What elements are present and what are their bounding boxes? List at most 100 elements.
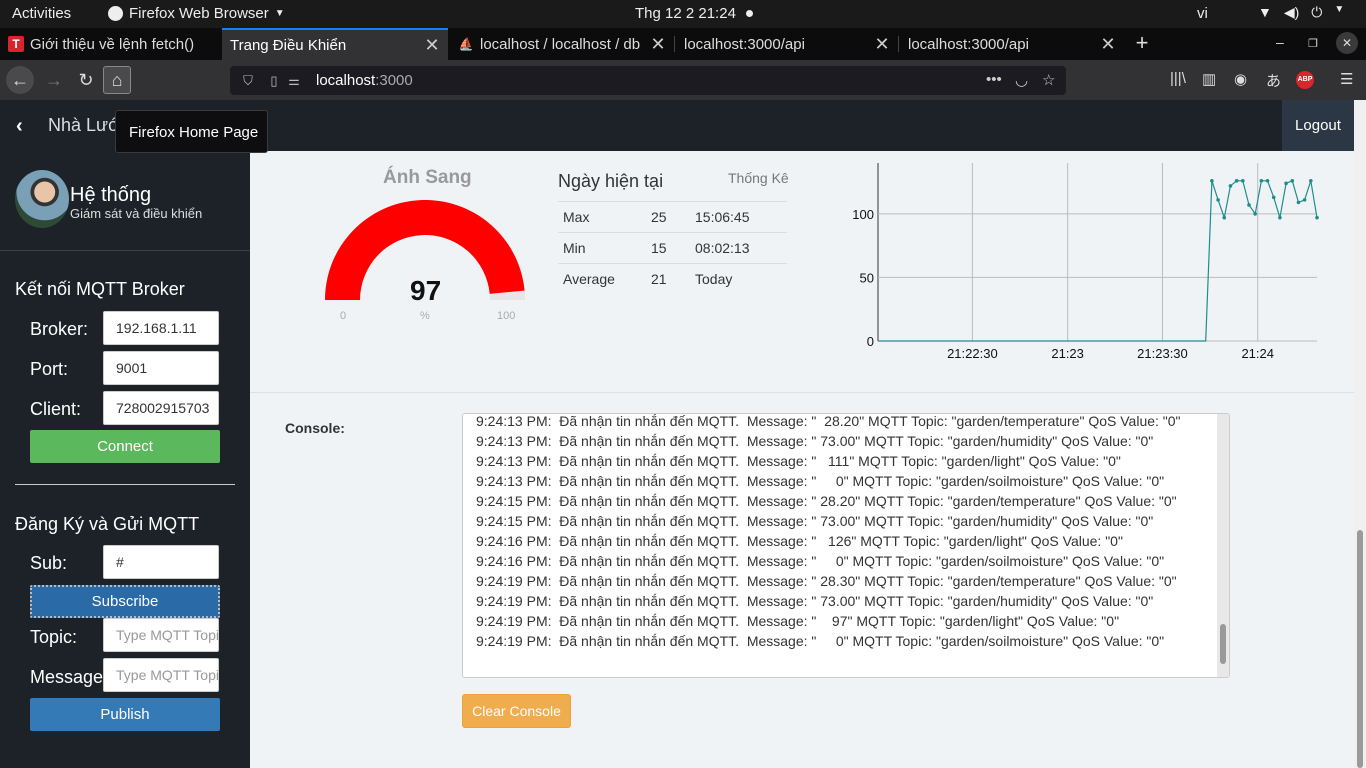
stat-time: Today [690,263,787,295]
close-tab-icon[interactable]: ✕ [1100,34,1116,55]
back-icon[interactable]: ← [6,66,34,94]
table-row: Min 15 08:02:13 [558,232,787,264]
close-tab-icon[interactable]: ✕ [874,34,890,55]
tab-phpmyadmin[interactable]: ⛵ localhost / localhost / db ✕ [450,28,674,60]
table-row: Average 21 Today [558,263,787,295]
tab-strip: T Giới thiệu về lệnh fetch() Trang Điều … [0,28,1366,60]
close-window-icon[interactable]: ✕ [1336,32,1358,54]
x-tick-label: 21:23 [1051,346,1084,361]
page-scrollbar[interactable] [1354,100,1366,768]
shield-icon[interactable]: ⛉ [240,73,256,89]
subscribe-button[interactable]: Subscribe [30,585,220,618]
more-actions-icon[interactable]: ••• [986,71,1002,88]
stat-time: 15:06:45 [690,201,787,233]
data-point [1253,212,1257,216]
broker-label: Broker: [30,319,89,339]
subscribe-heading: Đăng Ký và Gửi MQTT [15,514,200,534]
forward-icon[interactable]: → [40,66,68,94]
tab-fetch-intro[interactable]: T Giới thiệu về lệnh fetch() [0,28,222,60]
close-tab-icon[interactable]: ✕ [424,35,440,56]
data-point [1309,179,1313,183]
mqtt-connect-heading: Kết nối MQTT Broker [15,279,185,299]
publish-button[interactable]: Publish [30,698,220,731]
new-tab-icon[interactable]: + [1130,31,1154,55]
library-icon[interactable]: |||\ [1170,70,1186,87]
page-scroll-thumb[interactable] [1357,530,1363,768]
activities-button[interactable]: Activities [12,5,71,22]
x-tick-label: 21:22:30 [947,346,998,361]
light-chart: 0 50 100 21:22:30 21:23 21:23:30 21:24 [835,151,1335,376]
notification-dot-icon [746,10,753,17]
sub-input[interactable]: # [103,545,219,579]
stat-label: Max [558,201,646,233]
main-divider [250,392,1354,393]
port-input[interactable]: 9001 [103,351,219,385]
power-icon: ⏻ [1311,4,1323,20]
pocket-icon[interactable]: ◡ [1015,71,1028,89]
console-line: 9:24:16 PM: Đã nhận tin nhắn đến MQTT. M… [476,553,1165,569]
tab-control-page[interactable]: Trang Điều Khiển ✕ [222,28,448,60]
stats-link[interactable]: Thống Kê [728,170,789,186]
page-icon[interactable]: ▯ [266,73,282,89]
collapse-sidebar-icon[interactable]: ‹ [16,115,23,138]
data-point [1315,215,1319,220]
tab-title: localhost:3000/api [908,35,1029,53]
console-line: 9:24:19 PM: Đã nhận tin nhắn đến MQTT. M… [476,593,1154,609]
data-point [1222,215,1227,220]
clock[interactable]: Thg 12 2 21:24 [635,5,736,22]
url-text[interactable]: localhost:3000 [316,72,413,89]
broker-input[interactable]: 192.168.1.11 [103,311,219,345]
console-lines: 9:24:13 PM: Đã nhận tin nhắn đến MQTT. M… [476,414,1181,651]
translate-icon[interactable]: あ [1266,70,1281,91]
wifi-icon: ▼ [1258,4,1272,20]
message-input[interactable]: Type MQTT Topic [103,658,219,692]
system-tray[interactable]: ▼ ◀) ⏻ ▼ [1258,4,1344,21]
tab-api-1[interactable]: localhost:3000/api ✕ [676,28,898,60]
data-point [1271,195,1276,200]
console-line: 9:24:19 PM: Đã nhận tin nhắn đến MQTT. M… [476,573,1177,589]
gauge-min: 0 [340,310,347,322]
connect-button[interactable]: Connect [30,430,220,463]
topic-input[interactable]: Type MQTT Topic [103,618,219,652]
chart-svg: 0 50 100 21:22:30 21:23 21:23:30 21:24 [852,163,1319,361]
message-label: Message [30,667,104,687]
y-tick-label: 0 [867,334,874,349]
account-icon[interactable]: ◉ [1234,70,1247,88]
bookmark-star-icon[interactable]: ☆ [1042,71,1055,89]
tab-title: Giới thiệu về lệnh fetch() [30,35,195,53]
reload-icon[interactable]: ↻ [72,66,100,94]
input-language[interactable]: vi [1197,5,1208,22]
app-menu[interactable]: Firefox Web Browser ▼ [108,5,285,22]
tab-api-2[interactable]: localhost:3000/api ✕ [900,28,1124,60]
data-point [1259,179,1264,183]
console-output[interactable]: 9:24:13 PM: Đã nhận tin nhắn đến MQTT. M… [462,413,1230,678]
adblock-plus-icon[interactable]: ABP [1296,71,1314,89]
home-icon[interactable]: ⌂ [103,66,131,94]
phpmyadmin-icon: ⛵ [458,37,474,51]
stat-label: Average [558,263,646,295]
data-point [1302,198,1307,202]
stat-value: 21 [646,263,690,295]
stats-title: Ngày hiện tại [558,171,664,191]
console-label: Console: [285,420,345,436]
minimize-icon[interactable]: – [1276,34,1284,50]
clear-console-button[interactable]: Clear Console [462,694,571,728]
console-scroll-thumb[interactable] [1220,624,1226,664]
tab-title: localhost / localhost / db [480,35,641,53]
maximize-icon[interactable]: ❐ [1308,37,1318,50]
menu-icon[interactable]: ☰ [1340,70,1353,88]
data-point [1284,181,1288,186]
sidebar-icon[interactable]: ▥ [1202,70,1216,88]
client-input[interactable]: 728002915703 [103,391,219,425]
url-bar[interactable]: ⛉ ▯ ⚌ localhost:3000 ••• ◡ ☆ [230,66,1066,95]
permissions-icon[interactable]: ⚌ [286,73,302,89]
profile-subtitle: Giám sát và điều khiển [70,206,203,221]
logout-button[interactable]: Logout [1282,100,1354,151]
console-line: 9:24:19 PM: Đã nhận tin nhắn đến MQTT. M… [476,633,1165,649]
data-point [1247,203,1251,207]
console-scrollbar[interactable] [1217,414,1229,677]
app-name: Firefox Web Browser [129,5,269,22]
close-tab-icon[interactable]: ✕ [650,34,666,55]
data-point [1265,179,1270,183]
tab-title: Trang Điều Khiển [230,36,347,54]
